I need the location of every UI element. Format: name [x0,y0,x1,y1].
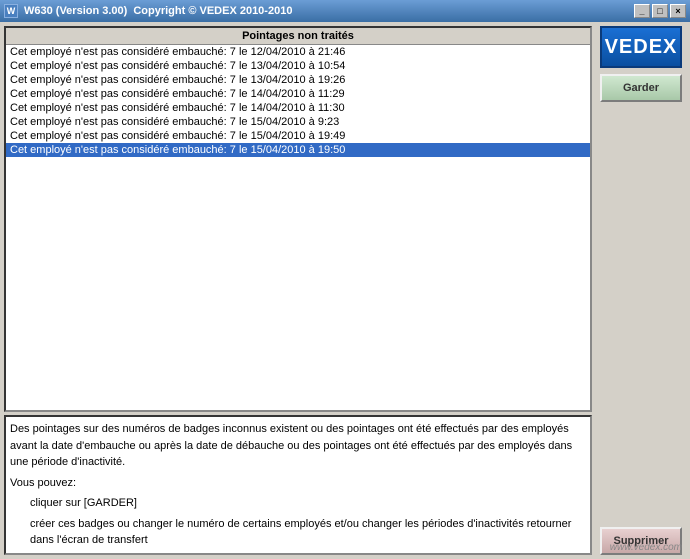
app-icon: W [4,4,18,18]
list-item[interactable]: Cet employé n'est pas considéré embauché… [6,73,590,87]
app-title: W630 (Version 3.00) [24,5,127,17]
list-item[interactable]: Cet employé n'est pas considéré embauché… [6,143,590,157]
info-section: Des pointages sur des numéros de badges … [4,415,592,555]
copyright-text: Copyright © VEDEX 2010-2010 [133,5,292,17]
watermark: www.vedex.com [610,542,682,553]
list-header: Pointages non traités [6,28,590,45]
list-item[interactable]: Cet employé n'est pas considéré embauché… [6,59,590,73]
left-panel: Pointages non traités Cet employé n'est … [4,26,592,555]
info-para2: Vous pouvez: [10,475,586,492]
info-option1b: créer ces badges ou changer le numéro de… [10,516,586,549]
list-body[interactable]: Cet employé n'est pas considéré embauché… [6,45,590,410]
title-bar-left: W W630 (Version 3.00) Copyright © VEDEX … [4,4,292,18]
main-container: Pointages non traités Cet employé n'est … [0,22,690,559]
list-item[interactable]: Cet employé n'est pas considéré embauché… [6,101,590,115]
info-para1: Des pointages sur des numéros de badges … [10,421,586,471]
vedex-logo: VEDEX [600,26,682,68]
close-button[interactable]: × [670,4,686,18]
window-controls[interactable]: _ □ × [634,4,686,18]
title-bar: W W630 (Version 3.00) Copyright © VEDEX … [0,0,690,22]
maximize-button[interactable]: □ [652,4,668,18]
list-item[interactable]: Cet employé n'est pas considéré embauché… [6,87,590,101]
list-section: Pointages non traités Cet employé n'est … [4,26,592,412]
minimize-button[interactable]: _ [634,4,650,18]
garder-button[interactable]: Garder [600,74,682,102]
info-option2: cliquer sur [Quitter] (Inutile de clique… [10,553,586,556]
list-item[interactable]: Cet employé n'est pas considéré embauché… [6,45,590,59]
list-item[interactable]: Cet employé n'est pas considéré embauché… [6,115,590,129]
info-option1: cliquer sur [GARDER] [10,495,586,512]
list-item[interactable]: Cet employé n'est pas considéré embauché… [6,129,590,143]
right-panel: VEDEX Garder Supprimer [596,26,686,555]
